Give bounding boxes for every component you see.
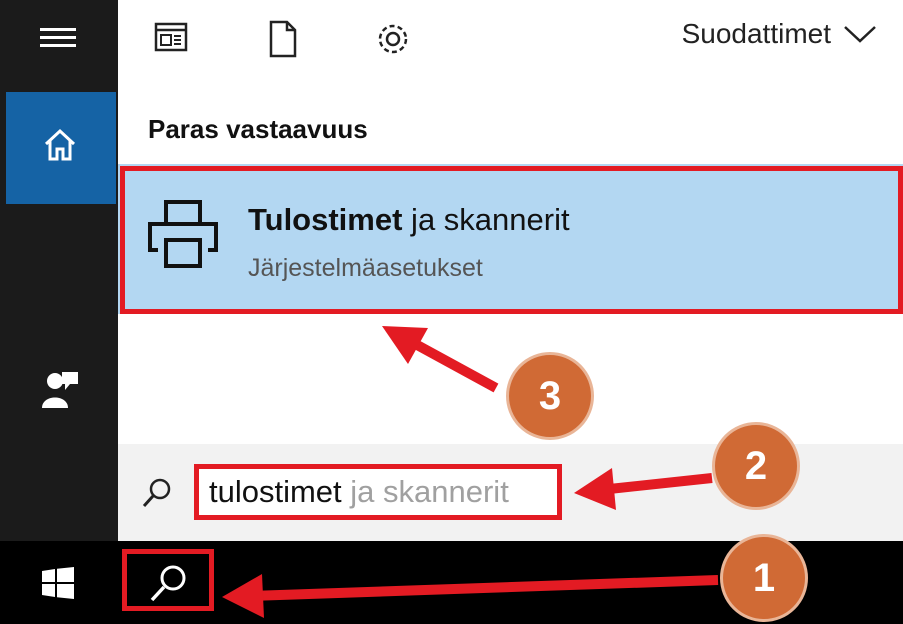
arrow-to-result <box>405 335 499 393</box>
arrow-head-2 <box>574 468 616 510</box>
arrow-to-search-input <box>599 473 713 495</box>
step-badge-1: 1 <box>720 534 808 622</box>
arrow-head-1 <box>222 574 264 618</box>
step-badge-2: 2 <box>712 422 800 510</box>
arrow-to-taskbar-search <box>249 575 719 601</box>
step-badge-3: 3 <box>506 352 594 440</box>
annotation-arrows <box>222 326 719 618</box>
